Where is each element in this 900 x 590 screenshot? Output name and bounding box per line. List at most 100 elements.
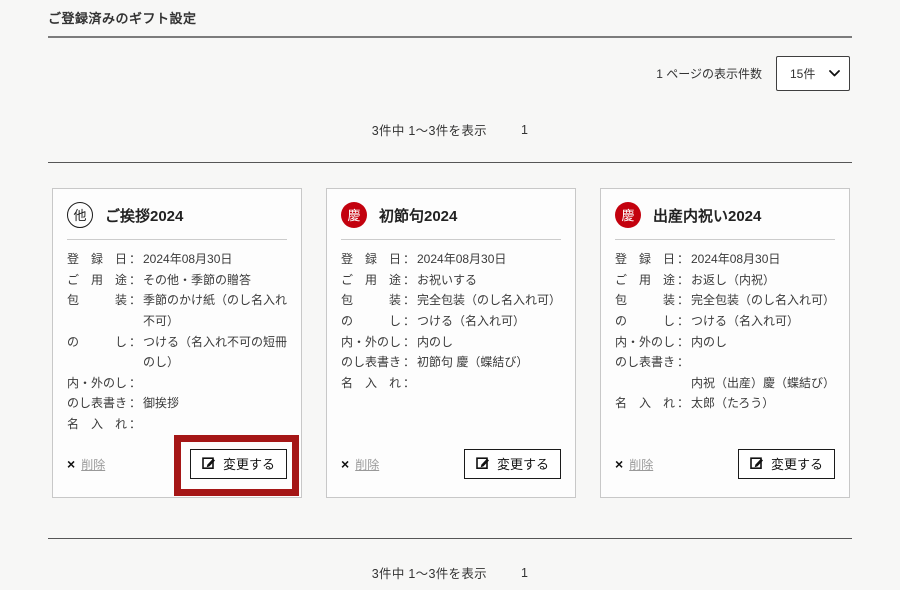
detail-label: 登 録 日 (341, 249, 403, 270)
detail-colon: ： (129, 290, 143, 331)
card-header: 他 ご挨拶2024 (67, 189, 287, 239)
page-number[interactable]: 1 (521, 123, 528, 137)
category-badge: 慶 (341, 202, 367, 228)
detail-row: 内・外のし：内のし (341, 332, 561, 353)
list-divider-top (48, 162, 852, 163)
detail-value: つける（名入れ不可の短冊のし） (143, 332, 287, 373)
detail-colon: ： (677, 332, 691, 353)
edit-button[interactable]: 変更する (464, 449, 561, 479)
detail-label: ご 用 途 (341, 270, 403, 291)
edit-button-wrap: 変更する (738, 449, 835, 479)
delete-icon: × (341, 457, 349, 471)
edit-label: 変更する (223, 458, 275, 471)
detail-value: つける（名入れ可） (417, 311, 561, 332)
delete-label: 削除 (629, 456, 653, 473)
delete-icon: × (615, 457, 623, 471)
detail-value: 2024年08月30日 (691, 249, 835, 270)
edit-button[interactable]: 変更する (738, 449, 835, 479)
per-page-select[interactable]: 15件 (776, 56, 850, 91)
detail-label: 名 入 れ (67, 414, 129, 435)
detail-value: その他・季節の贈答 (143, 270, 287, 291)
delete-label: 削除 (81, 456, 105, 473)
detail-label: のし表書き (67, 393, 129, 414)
detail-value (143, 414, 287, 435)
pagination-top: 3件中 1〜3件を表示 1 (0, 120, 900, 139)
edit-button[interactable]: 変更する (190, 449, 287, 479)
edit-button-wrap: 変更する (190, 449, 287, 479)
gift-card: 他 ご挨拶2024 登 録 日：2024年08月30日ご 用 途：その他・季節の… (52, 188, 302, 498)
detail-value: 太郎（たろう） (691, 393, 835, 414)
gift-title: 初節句2024 (379, 205, 457, 226)
detail-value: 御挨拶 (143, 393, 287, 414)
detail-label: のし表書き (615, 352, 677, 373)
detail-label: 登 録 日 (67, 249, 129, 270)
delete-link[interactable]: × 削除 (341, 456, 379, 473)
edit-label: 変更する (771, 458, 823, 471)
detail-colon: ： (677, 311, 691, 332)
detail-value: 内のし (417, 332, 561, 353)
category-badge: 他 (67, 202, 93, 228)
detail-label: 内・外のし (67, 373, 129, 394)
per-page-label: 1 ページの表示件数 (656, 65, 762, 82)
card-footer: × 削除 変更する (67, 449, 287, 497)
detail-value-line2: 内祝（出産）慶（蝶結び） (615, 373, 835, 394)
detail-colon: ： (129, 249, 143, 270)
delete-link[interactable]: × 削除 (615, 456, 653, 473)
detail-row: 包 装：季節のかけ紙（のし名入れ不可） (67, 290, 287, 331)
detail-row: 内・外のし：内のし (615, 332, 835, 353)
detail-value: 2024年08月30日 (143, 249, 287, 270)
gift-settings-page: ご登録済みのギフト設定 1 ページの表示件数 15件 3件中 1〜3件を表示 1… (0, 0, 900, 590)
detail-value: 2024年08月30日 (417, 249, 561, 270)
detail-colon: ： (677, 249, 691, 270)
card-header: 慶 出産内祝い2024 (615, 189, 835, 239)
detail-value: お返し（内祝） (691, 270, 835, 291)
pagination-summary: 3件中 1〜3件を表示 (372, 563, 487, 582)
card-footer: × 削除 変更する (341, 449, 561, 497)
delete-label: 削除 (355, 456, 379, 473)
detail-row: 名 入 れ： (341, 373, 561, 394)
detail-row: のし表書き：初節句 慶（蝶結び） (341, 352, 561, 373)
detail-row: 登 録 日：2024年08月30日 (341, 249, 561, 270)
page-number[interactable]: 1 (521, 566, 528, 580)
delete-link[interactable]: × 削除 (67, 456, 105, 473)
detail-label: 名 入 れ (341, 373, 403, 394)
detail-label: のし表書き (341, 352, 403, 373)
pagination-summary: 3件中 1〜3件を表示 (372, 120, 487, 139)
detail-value (143, 373, 287, 394)
detail-row: のし表書き： (615, 352, 835, 373)
edit-label: 変更する (497, 458, 549, 471)
detail-colon: ： (677, 352, 691, 373)
detail-colon: ： (129, 414, 143, 435)
gift-details: 登 録 日：2024年08月30日ご 用 途：お祝いする包 装：完全包装（のし名… (341, 240, 561, 393)
gift-card: 慶 出産内祝い2024 登 録 日：2024年08月30日ご 用 途：お返し（内… (600, 188, 850, 498)
detail-row: 登 録 日：2024年08月30日 (615, 249, 835, 270)
detail-colon: ： (403, 270, 417, 291)
detail-row: 名 入 れ：太郎（たろう） (615, 393, 835, 414)
detail-label: ご 用 途 (67, 270, 129, 291)
detail-colon: ： (403, 249, 417, 270)
detail-label: 包 装 (341, 290, 403, 311)
detail-label: 内・外のし (341, 332, 403, 353)
detail-label: 内・外のし (615, 332, 677, 353)
detail-row: ご 用 途：お返し（内祝） (615, 270, 835, 291)
detail-colon: ： (129, 332, 143, 373)
delete-icon: × (67, 457, 75, 471)
detail-colon: ： (129, 393, 143, 414)
detail-colon: ： (403, 352, 417, 373)
edit-icon (750, 456, 764, 472)
edit-icon (202, 456, 216, 472)
per-page-value: 15件 (790, 65, 815, 82)
detail-colon: ： (129, 373, 143, 394)
detail-row: 内・外のし： (67, 373, 287, 394)
detail-value: 完全包装（のし名入れ可） (691, 290, 835, 311)
card-header: 慶 初節句2024 (341, 189, 561, 239)
detail-row: 包 装：完全包装（のし名入れ可） (615, 290, 835, 311)
detail-row: の し：つける（名入れ可） (615, 311, 835, 332)
detail-row: のし表書き：御挨拶 (67, 393, 287, 414)
detail-colon: ： (129, 270, 143, 291)
detail-value: つける（名入れ可） (691, 311, 835, 332)
detail-value: 内のし (691, 332, 835, 353)
category-badge: 慶 (615, 202, 641, 228)
detail-row: 包 装：完全包装（のし名入れ可） (341, 290, 561, 311)
detail-colon: ： (403, 311, 417, 332)
